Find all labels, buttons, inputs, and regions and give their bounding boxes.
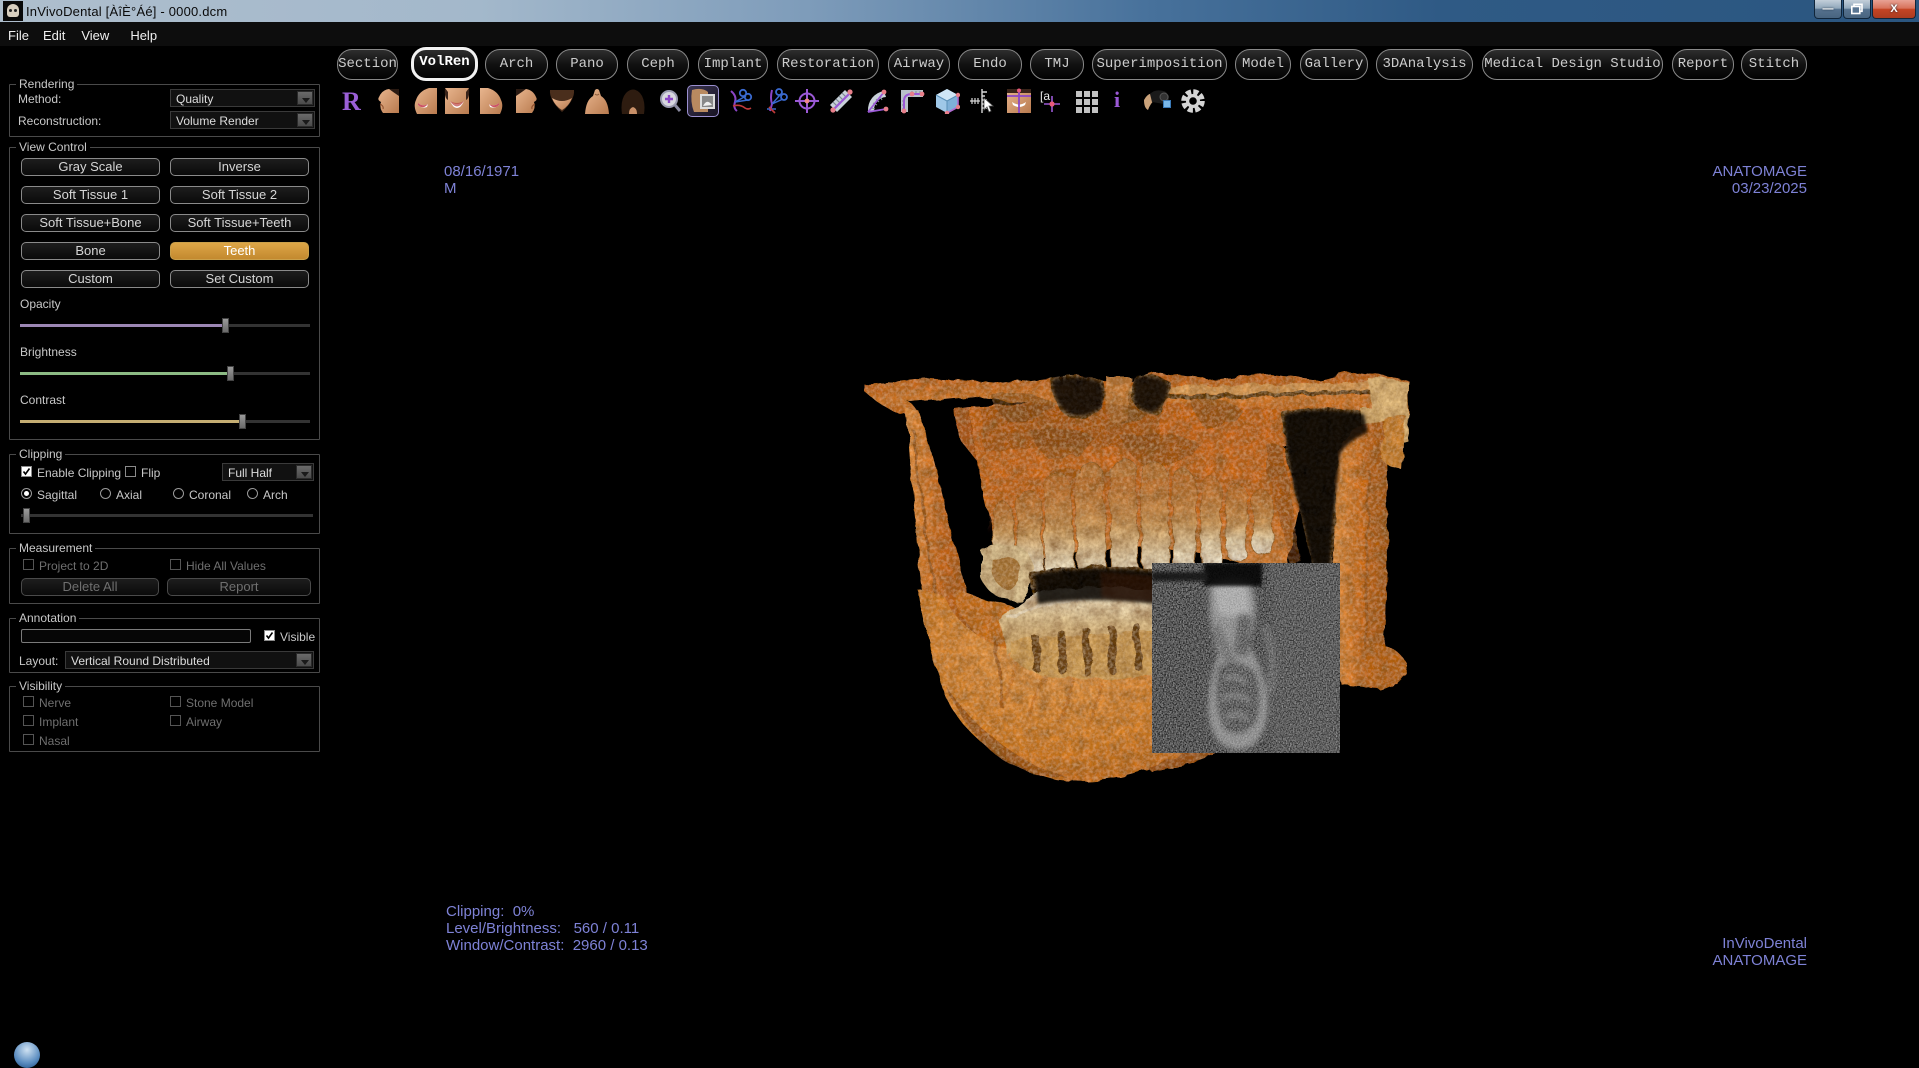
svg-text:[a: [a xyxy=(1040,89,1050,103)
